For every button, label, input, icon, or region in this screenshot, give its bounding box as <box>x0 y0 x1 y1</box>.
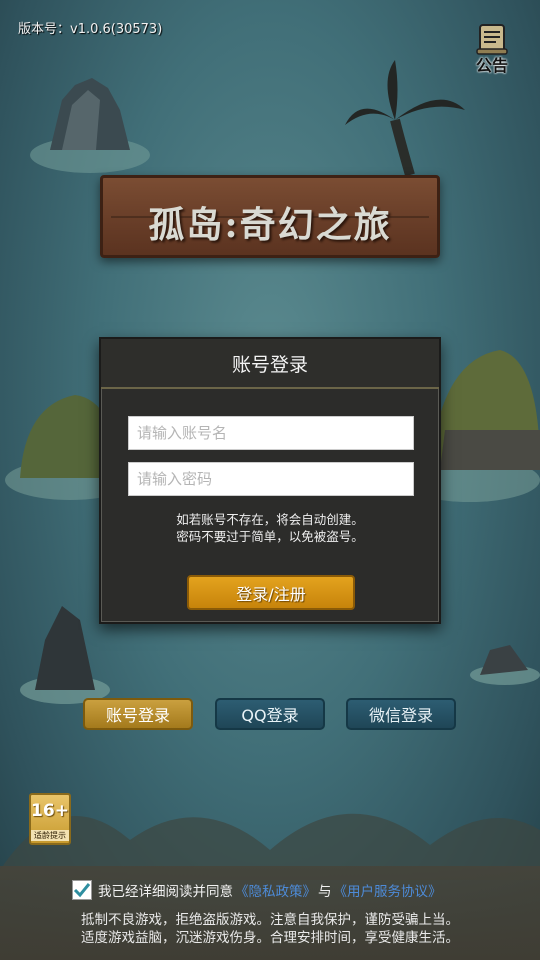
age-rating-number: 16+ <box>31 801 69 821</box>
game-title: 孤岛:奇幻之旅 <box>148 204 392 246</box>
agreement-connector: 与 <box>318 884 332 900</box>
scroll-icon <box>476 24 508 55</box>
account-login-button[interactable]: 账号登录 <box>83 698 193 730</box>
privacy-policy-link[interactable]: 《隐私政策》 <box>235 880 316 900</box>
health-notice-line2: 适度游戏益脑，沉迷游戏伤身。合理安排时间，享受健康生活。 <box>81 930 459 946</box>
login-dialog: 账号登录 如若账号不存在，将会自动创建。 密码不要过于简单，以免被盗号。 登录/… <box>99 337 441 624</box>
login-hint: 如若账号不存在，将会自动创建。 密码不要过于简单，以免被盗号。 <box>101 511 439 545</box>
notice-label: 公告 <box>475 56 508 75</box>
login-register-button[interactable]: 登录/注册 <box>187 575 355 610</box>
game-title-board: 孤岛:奇幻之旅 <box>100 175 440 258</box>
version-label: 版本号：v1.0.6(30573) <box>18 22 163 37</box>
health-notice-line1: 抵制不良游戏，拒绝盗版游戏。注意自我保护，谨防受骗上当。 <box>81 912 459 928</box>
account-input[interactable] <box>128 416 414 450</box>
qq-login-button[interactable]: QQ登录 <box>215 698 325 730</box>
password-input[interactable] <box>128 462 414 496</box>
login-dialog-title: 账号登录 <box>231 353 308 376</box>
age-rating-badge: 16+ 适龄提示 <box>29 793 71 845</box>
agreement-checkbox[interactable] <box>72 880 92 900</box>
wechat-login-button[interactable]: 微信登录 <box>346 698 456 730</box>
checkmark-icon <box>73 883 91 898</box>
login-hint-line1: 如若账号不存在，将会自动创建。 <box>176 512 364 527</box>
agreement-row: 我已经详细阅读并同意 《隐私政策》 与 《用户服务协议》 <box>72 880 444 900</box>
login-hint-line2: 密码不要过于简单，以免被盗号。 <box>176 529 364 544</box>
agreement-text: 我已经详细阅读并同意 <box>98 884 233 900</box>
notice-button[interactable]: 公告 <box>470 22 514 75</box>
terms-of-service-link[interactable]: 《用户服务协议》 <box>334 880 442 900</box>
age-rating-label: 适龄提示 <box>31 830 69 841</box>
login-dialog-header: 账号登录 <box>101 339 439 389</box>
health-notice: 抵制不良游戏，拒绝盗版游戏。注意自我保护，谨防受骗上当。 适度游戏益脑，沉迷游戏… <box>0 911 540 947</box>
